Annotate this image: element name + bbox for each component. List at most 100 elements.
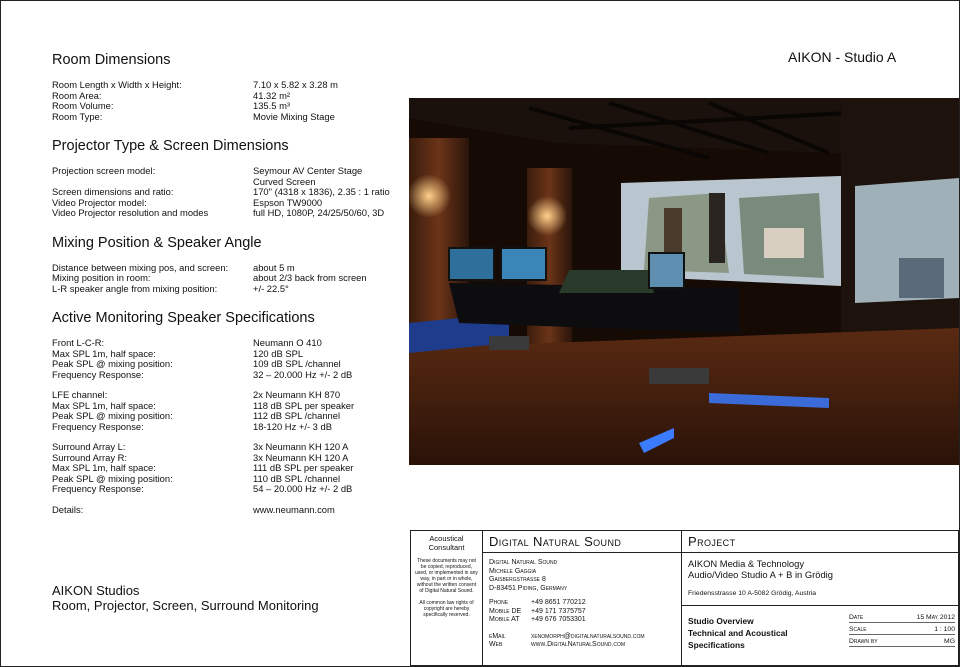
front-spec-row: Frequency Response: 32 – 20.000 Hz +/- 2 … — [52, 368, 402, 381]
surround-spec-label: Frequency Response: — [52, 483, 144, 494]
front-spec-label: Peak SPL @ mixing position: — [52, 358, 173, 369]
meta-label: Scale — [849, 626, 867, 633]
front-speaker-rows: Front L-C-R: Neumann O 410 Max SPL 1m, hal… — [52, 337, 402, 381]
mixing-spec-label: L-R speaker angle from mixing position: — [52, 282, 218, 294]
phone-row: Mobile DE +49 171 7375757 — [489, 608, 675, 617]
studio-photo-illustration — [409, 98, 959, 465]
mixing-spec-row: L-R speaker angle from mixing position: +… — [52, 282, 402, 295]
room-rows: Room Length x Width x Height: 7.10 x 5.82… — [52, 79, 402, 122]
web-contact-label: Web — [489, 641, 503, 648]
web-contact-label: eMail — [489, 632, 506, 640]
front-spec-value: Neumann O 410 — [253, 337, 322, 348]
details-label: Details: — [52, 503, 84, 515]
phone-label: Phone — [489, 599, 509, 606]
doc-line-1: Studio Overview — [688, 616, 754, 626]
front-spec-value: 32 – 20.000 Hz +/- 2 dB — [253, 368, 353, 380]
details-row: Details: www.neumann.com — [52, 503, 402, 516]
surround-spec-row: Frequency Response: 54 – 20.000 Hz +/- 2 … — [52, 483, 402, 495]
lfe-spec-label: Frequency Response: — [52, 420, 144, 432]
meta-row: Date 15 May 2012 — [849, 613, 955, 623]
projector-spec-value: Seymour AV Center Stage — [253, 165, 363, 176]
meta-label: Date — [849, 614, 864, 621]
lfe-spec-row: Frequency Response: 18-120 Hz +/- 3 dB — [52, 420, 402, 433]
front-spec-row: Front L-C-R: Neumann O 410 — [52, 337, 402, 349]
lfe-spec-row: Peak SPL @ mixing position: 112 dB SPL /c… — [52, 410, 402, 422]
firm-name: Digital Natural Sound — [483, 531, 681, 553]
mixing-spec-row: Mixing position in room: about 2/3 back f… — [52, 272, 402, 284]
room-spec-label: Room Volume: — [52, 100, 114, 111]
doc-line-2: Technical and Acoustical — [688, 628, 788, 638]
project-client: AIKON Media & Technology Audio/Video Stu… — [682, 553, 959, 590]
project-panel: Project AIKON Media & Technology Audio/V… — [682, 531, 959, 667]
room-spec-value: Movie Mixing Stage — [253, 110, 335, 122]
room-spec-value: 7.10 x 5.82 x 3.28 m — [253, 79, 338, 90]
phone-row: Phone +49 8651 770212 — [489, 599, 675, 608]
surround-spec-label: Max SPL 1m, half space: — [52, 462, 156, 473]
meta-value: 15 May 2012 — [916, 614, 955, 621]
projector-spec-label: Video Projector resolution and modes — [52, 207, 209, 218]
front-spec-row: Peak SPL @ mixing position: 109 dB SPL /c… — [52, 358, 402, 370]
title-block: Acoustical Consultant These documents ma… — [410, 530, 959, 667]
address-line: Gaisbergstrasse 8 — [489, 576, 546, 583]
section-title-monitoring: Active Monitoring Speaker Specifications — [52, 310, 315, 326]
projector-rows: Projection screen model: Seymour AV Cente… — [52, 165, 402, 219]
room-spec-label: Room Length x Width x Height: — [52, 79, 182, 90]
client-name: AIKON Media & Technology — [688, 558, 805, 569]
web-contact-row: eMail xenomorph@digitalnaturalsound.com — [489, 633, 675, 642]
client-project: Audio/Video Studio A + B in Grödig — [688, 569, 833, 580]
room-spec-label: Room Type: — [52, 110, 103, 122]
document-meta: Date 15 May 2012 Scale 1 : 100 Drawn by MG — [849, 613, 955, 649]
section-title-mixing: Mixing Position & Speaker Angle — [52, 234, 262, 251]
surround-spec-value: 111 dB SPL per speaker — [253, 462, 354, 473]
surround-spec-label: Surround Array L: — [52, 441, 126, 452]
meta-value: MG — [944, 638, 955, 645]
consultant-heading-2: Consultant — [428, 543, 465, 552]
phone-label: Mobile DE — [489, 607, 522, 615]
web-contact-row: Web www.DigitalNaturalSound.com — [489, 641, 675, 650]
phone-value: +49 8651 770212 — [531, 599, 586, 606]
meta-row: Scale 1 : 100 — [849, 625, 955, 635]
phone-value: +49 171 7375757 — [531, 607, 586, 615]
doc-line-3: Specifications — [688, 640, 745, 650]
room-spec-row: Room Volume: 135.5 m³ — [52, 100, 402, 112]
projector-spec-row: Projection screen model: Seymour AV Cente… — [52, 165, 402, 177]
consultant-heading-1: Acoustical — [429, 534, 464, 543]
web-contact-value[interactable]: www.DigitalNaturalSound.com — [531, 641, 625, 650]
details-link[interactable]: www.neumann.com — [253, 504, 402, 516]
lfe-spec-row: LFE channel: 2x Neumann KH 870 — [52, 389, 402, 401]
meta-row: Drawn by MG — [849, 637, 955, 647]
firm-phones: Phone +49 8651 770212 Mobile DE +49 171 737… — [483, 599, 681, 625]
section-title-room: Room Dimensions — [52, 52, 171, 68]
address-line: Michele Gaggia — [489, 567, 537, 575]
rights-notice: All common law rights of copyright are h… — [419, 600, 474, 618]
lfe-spec-label: Peak SPL @ mixing position: — [52, 410, 173, 421]
studio-title: AIKON - Studio A — [788, 49, 897, 65]
lfe-spec-value: 2x Neumann KH 870 — [253, 389, 341, 400]
room-spec-value: 135.5 m³ — [253, 100, 290, 111]
phone-row: Mobile AT +49 676 7053301 — [489, 616, 675, 625]
projector-spec-value: 170" (4318 x 1836), 2.35 : 1 ratio — [253, 186, 390, 197]
footer-title: AIKON Studios Room, Projector, Screen, S… — [52, 583, 319, 613]
web-contact-value[interactable]: xenomorph@digitalnaturalsound.com — [531, 633, 645, 642]
document-title: Studio Overview Technical and Acoustical… — [688, 615, 788, 651]
projector-spec-row: Video Projector resolution and modes full… — [52, 207, 402, 219]
room-spec-row: Room Length x Width x Height: 7.10 x 5.82… — [52, 79, 402, 91]
surround-spec-row: Max SPL 1m, half space: 111 dB SPL per sp… — [52, 462, 402, 474]
mixing-spec-value: +/- 22.5° — [253, 282, 289, 294]
copyright-notice: These documents may not be copied, repro… — [415, 558, 478, 594]
front-spec-value: 109 dB SPL /channel — [253, 358, 341, 369]
footer-line-1: AIKON Studios — [52, 583, 140, 598]
firm-address: Digital Natural Sound Michele Gaggia Gaisb… — [483, 553, 681, 599]
lfe-spec-value: 18-120 Hz +/- 3 dB — [253, 420, 332, 432]
consultant-panel: Acoustical Consultant These documents ma… — [411, 531, 483, 667]
surround-spec-value: 3x Neumann KH 120 A — [253, 441, 349, 452]
document-info: Studio Overview Technical and Acoustical… — [682, 607, 959, 667]
projector-spec-label: Screen dimensions and ratio: — [52, 186, 174, 197]
mixing-spec-value: about 2/3 back from screen — [253, 272, 367, 283]
spec-column: Room Dimensions Room Length x Width x He… — [52, 52, 402, 515]
address-line: D-83451 Piding, Germany — [489, 584, 568, 592]
front-spec-label: Frequency Response: — [52, 368, 144, 380]
projector-spec-row: Screen dimensions and ratio: 170" (4318 x… — [52, 186, 402, 198]
project-heading: Project — [682, 531, 959, 553]
phone-value: +49 676 7053301 — [531, 616, 586, 623]
